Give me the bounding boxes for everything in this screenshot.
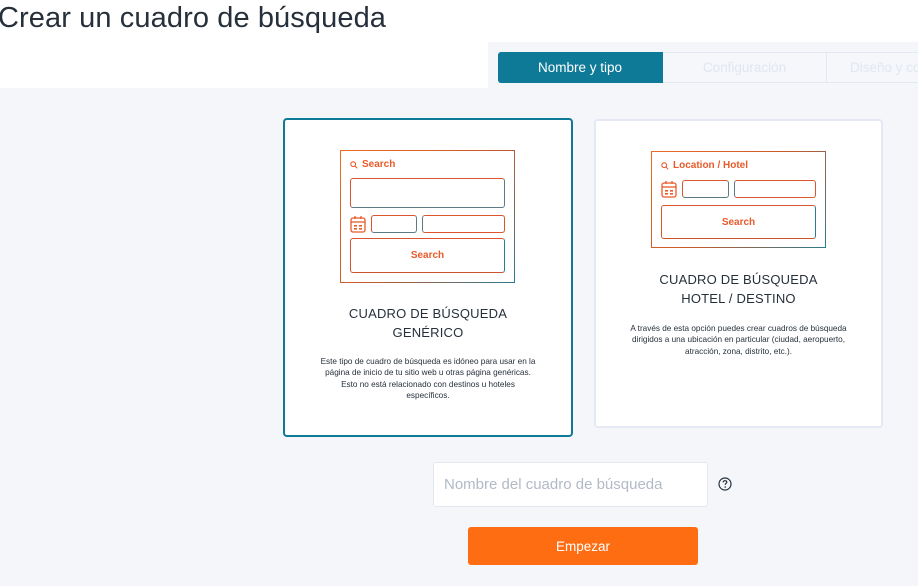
preview-location-field: [350, 178, 505, 208]
preview-checkin-field: [371, 215, 417, 233]
hotel-preview-illustration: Location / Hotel Search: [651, 151, 826, 248]
header-background-right: [488, 0, 918, 42]
step-configuration[interactable]: Configuración: [663, 52, 827, 83]
step-design[interactable]: Diseño y co: [827, 52, 918, 83]
search-icon: [661, 161, 669, 170]
step-name-and-type[interactable]: Nombre y tipo: [498, 52, 663, 83]
card-title: CUADRO DE BÚSQUEDA HOTEL / DESTINO: [659, 272, 818, 306]
start-button[interactable]: Empezar: [468, 527, 698, 565]
page-title: Crear un cuadro de búsqueda: [0, 2, 387, 34]
calendar-icon: [350, 216, 366, 233]
preview-search-label: Search: [350, 159, 395, 170]
help-icon[interactable]: [718, 477, 732, 491]
search-icon: [350, 160, 358, 169]
card-description: Este tipo de cuadro de búsqueda es idóne…: [320, 357, 536, 400]
preview-search-button: Search: [350, 238, 505, 273]
preview-checkout-field: [422, 215, 505, 233]
generic-preview-illustration: Search Search: [340, 150, 515, 283]
preview-checkin-field: [682, 180, 729, 198]
card-generic-search-box[interactable]: Search Search CUADRO DE BÚSQUEDA GENÉRIC…: [283, 118, 573, 437]
card-title: CUADRO DE BÚSQUEDA GENÉRICO: [348, 306, 508, 340]
wizard-steps: Nombre y tipo Configuración Diseño y co: [498, 52, 918, 83]
calendar-icon: [661, 181, 677, 198]
preview-checkout-field: [734, 180, 816, 198]
preview-search-button: Search: [661, 205, 816, 239]
card-hotel-destination-search-box[interactable]: Location / Hotel Search CUADRO DE BÚSQUE…: [594, 119, 883, 428]
search-box-name-input[interactable]: [433, 462, 708, 507]
card-description: A través de esta opción puedes crear cua…: [630, 324, 847, 356]
preview-search-label: Location / Hotel: [661, 160, 748, 171]
